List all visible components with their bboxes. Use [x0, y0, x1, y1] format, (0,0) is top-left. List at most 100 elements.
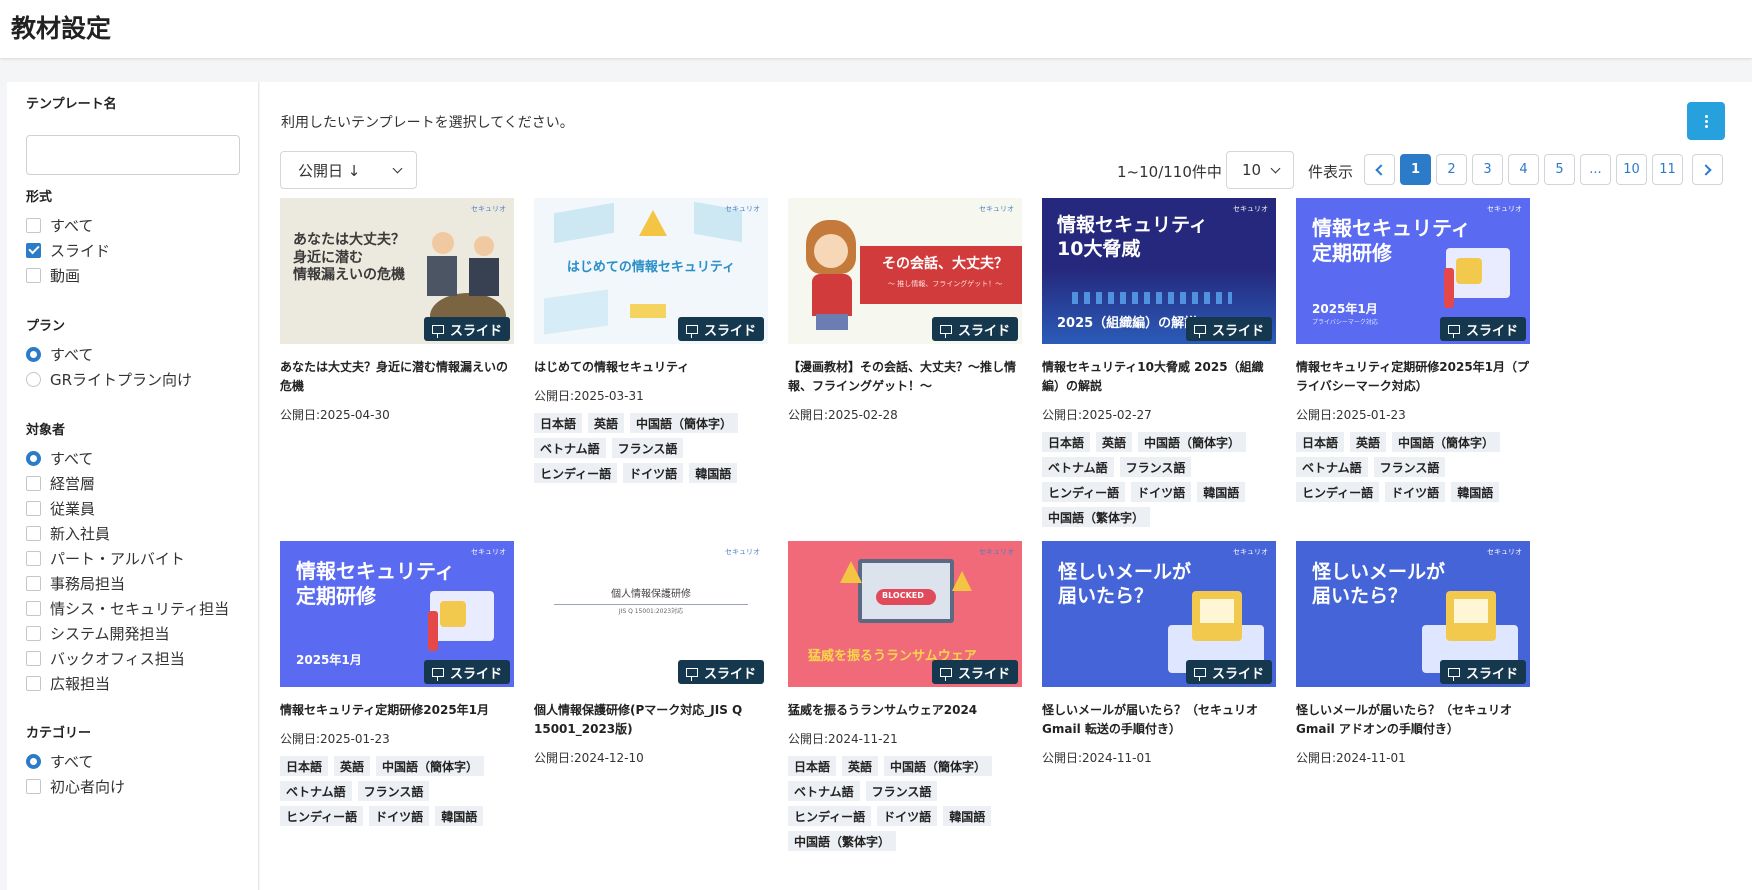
audience-option-pr[interactable]: 広報担当 [26, 671, 110, 695]
character-body [812, 274, 852, 316]
pagination-page-1[interactable]: 1 [1400, 154, 1431, 185]
language-tag: 英語 [334, 756, 371, 776]
card-thumbnail[interactable]: 情報セキュリティ 定期研修 2025年1月 セキュリオ スライド [280, 541, 514, 687]
letter-decoration [1200, 599, 1234, 623]
pagination-page-10[interactable]: 10 [1616, 154, 1647, 185]
template-card[interactable]: BLOCKED 猛威を振るうランサムウェア セキュリオ スライド 猛威を振るうラ… [788, 541, 1022, 851]
checkbox[interactable] [26, 778, 41, 794]
card-title[interactable]: 怪しいメールが届いたら？（セキュリオ Gmail アドオンの手順付き） [1296, 701, 1530, 739]
language-tag: ヒンディー語 [280, 806, 364, 826]
template-name-input[interactable] [26, 135, 240, 175]
pagination-page-5[interactable]: 5 [1544, 154, 1575, 185]
format-option-slide[interactable]: スライド [26, 238, 110, 262]
template-card[interactable]: 怪しいメールが 届いたら？ セキュリオ スライド 怪しいメールが届いたら？（セキ… [1296, 541, 1530, 775]
radio-selected[interactable] [26, 450, 41, 466]
card-date: 公開日:2025-02-27 [1042, 408, 1152, 422]
audience-option-employees[interactable]: 従業員 [26, 496, 95, 520]
checkbox[interactable] [26, 575, 41, 591]
page-title: 教材設定 [11, 14, 112, 43]
checkbox[interactable] [26, 500, 41, 516]
audience-option-system-dev[interactable]: システム開発担当 [26, 621, 170, 645]
card-title[interactable]: 情報セキュリティ10大脅威 2025（組織編）の解説 [1042, 358, 1276, 396]
pagination-page-11[interactable]: 11 [1652, 154, 1683, 185]
card-thumbnail[interactable]: 情報セキュリティ 10大脅威 2025（組織編）の解説 セキュリオ スライド [1042, 198, 1276, 344]
checkbox[interactable] [26, 625, 41, 641]
language-tag: 韓国語 [435, 806, 484, 826]
card-thumbnail[interactable]: 怪しいメールが 届いたら？ セキュリオ スライド [1042, 541, 1276, 687]
pagination-page-4[interactable]: 4 [1508, 154, 1539, 185]
pagination-page-2[interactable]: 2 [1436, 154, 1467, 185]
server-decoration [1072, 292, 1232, 304]
template-card[interactable]: あなたは大丈夫？ 身近に潜む 情報漏えいの危機 セキュリオ スライド あなたは大… [280, 198, 514, 432]
card-thumbnail[interactable]: その会話、大丈夫？ 〜 推し情報、フライングゲット！〜 セキュリオ スライド [788, 198, 1022, 344]
checkbox[interactable] [26, 650, 41, 666]
checkbox[interactable] [26, 217, 41, 233]
template-card[interactable]: 情報セキュリティ 定期研修 2025年1月 プライバシーマーク対応 セキュリオ … [1296, 198, 1530, 502]
checkbox[interactable] [26, 550, 41, 566]
template-card[interactable]: その会話、大丈夫？ 〜 推し情報、フライングゲット！〜 セキュリオ スライド 【… [788, 198, 1022, 432]
slide-badge: スライド [1439, 317, 1526, 341]
language-tag: ドイツ語 [877, 806, 938, 826]
format-option-all[interactable]: すべて [26, 213, 93, 237]
slide-badge: スライド [677, 317, 764, 341]
option-label: すべて [50, 752, 94, 771]
kebab-icon [1704, 114, 1708, 118]
divider [554, 604, 748, 605]
format-option-video[interactable]: 動画 [26, 263, 80, 287]
template-card[interactable]: 情報セキュリティ 10大脅威 2025（組織編）の解説 セキュリオ スライド 情… [1042, 198, 1276, 527]
card-title[interactable]: 【漫画教材】その会話、大丈夫？～推し情報、フライングゲット！～ [788, 358, 1022, 396]
audience-option-all[interactable]: すべて [26, 446, 93, 470]
template-card[interactable]: 情報セキュリティ 定期研修 2025年1月 セキュリオ スライド 情報セキュリテ… [280, 541, 514, 826]
category-label: カテゴリー [26, 726, 92, 741]
more-options-button[interactable] [1687, 102, 1725, 140]
option-label: バックオフィス担当 [50, 649, 185, 668]
checkbox[interactable] [26, 675, 41, 691]
checkbox[interactable] [26, 525, 41, 541]
template-card[interactable]: はじめての情報セキュリティ セキュリオ スライド はじめての情報セキュリティ 公… [534, 198, 768, 483]
pagination-page-3[interactable]: 3 [1472, 154, 1503, 185]
category-option-all[interactable]: すべて [26, 749, 93, 773]
card-thumbnail[interactable]: BLOCKED 猛威を振るうランサムウェア セキュリオ スライド [788, 541, 1022, 687]
checkbox[interactable] [26, 600, 41, 616]
audience-option-part-time[interactable]: パート・アルバイト [26, 546, 185, 570]
template-card[interactable]: 怪しいメールが 届いたら？ セキュリオ スライド 怪しいメールが届いたら？（セキ… [1042, 541, 1276, 775]
card-thumbnail[interactable]: 個人情報保護研修 JIS Q 15001:2023対応 セキュリオ スライド [534, 541, 768, 687]
per-page-select[interactable]: 10 [1226, 151, 1294, 189]
pagination-prev-button[interactable] [1364, 154, 1395, 185]
card-thumbnail[interactable]: あなたは大丈夫？ 身近に潜む 情報漏えいの危機 セキュリオ スライド [280, 198, 514, 344]
audience-option-it-security[interactable]: 情シス・セキュリティ担当 [26, 596, 229, 620]
card-title[interactable]: 個人情報保護研修(Pマーク対応_JIS Q 15001_2023版) [534, 701, 768, 739]
card-title[interactable]: はじめての情報セキュリティ [534, 358, 768, 377]
presentation-icon [431, 667, 444, 681]
badge-label: スライド [1465, 323, 1518, 339]
template-name-label: テンプレート名 [26, 97, 117, 112]
language-tag: 英語 [588, 413, 625, 433]
radio-selected[interactable] [26, 346, 41, 362]
audience-option-back-office[interactable]: バックオフィス担当 [26, 646, 185, 670]
sort-select[interactable]: 公開日 ↓ [280, 151, 417, 189]
audience-option-executives[interactable]: 経営層 [26, 471, 95, 495]
slide-badge: スライド [931, 660, 1018, 684]
card-title[interactable]: 怪しいメールが届いたら？（セキュリオ Gmail 転送の手順付き） [1042, 701, 1276, 739]
card-thumbnail[interactable]: はじめての情報セキュリティ セキュリオ スライド [534, 198, 768, 344]
warning-icon [639, 210, 667, 236]
card-title[interactable]: 猛威を振るうランサムウェア2024 [788, 701, 1022, 720]
language-tag: 韓国語 [1197, 482, 1246, 502]
template-card[interactable]: 個人情報保護研修 JIS Q 15001:2023対応 セキュリオ スライド 個… [534, 541, 768, 775]
audience-option-new-hires[interactable]: 新入社員 [26, 521, 110, 545]
card-title[interactable]: 情報セキュリティ定期研修2025年1月（プライバシーマーク対応） [1296, 358, 1530, 396]
radio-selected[interactable] [26, 753, 41, 769]
audience-option-secretariat[interactable]: 事務局担当 [26, 571, 125, 595]
checkbox[interactable] [26, 267, 41, 283]
card-title[interactable]: 情報セキュリティ定期研修2025年1月 [280, 701, 514, 720]
checkbox[interactable] [26, 475, 41, 491]
plan-option-all[interactable]: すべて [26, 342, 93, 366]
pagination-next-button[interactable] [1692, 154, 1723, 185]
radio[interactable] [26, 371, 41, 387]
card-thumbnail[interactable]: 怪しいメールが 届いたら？ セキュリオ スライド [1296, 541, 1530, 687]
plan-option-gr-lite[interactable]: GRライトプラン向け [26, 367, 192, 391]
checkbox-checked[interactable] [26, 242, 41, 258]
card-thumbnail[interactable]: 情報セキュリティ 定期研修 2025年1月 プライバシーマーク対応 セキュリオ … [1296, 198, 1530, 344]
card-title[interactable]: あなたは大丈夫？身近に潜む情報漏えいの危機 [280, 358, 514, 396]
category-option-beginner[interactable]: 初心者向け [26, 774, 125, 798]
